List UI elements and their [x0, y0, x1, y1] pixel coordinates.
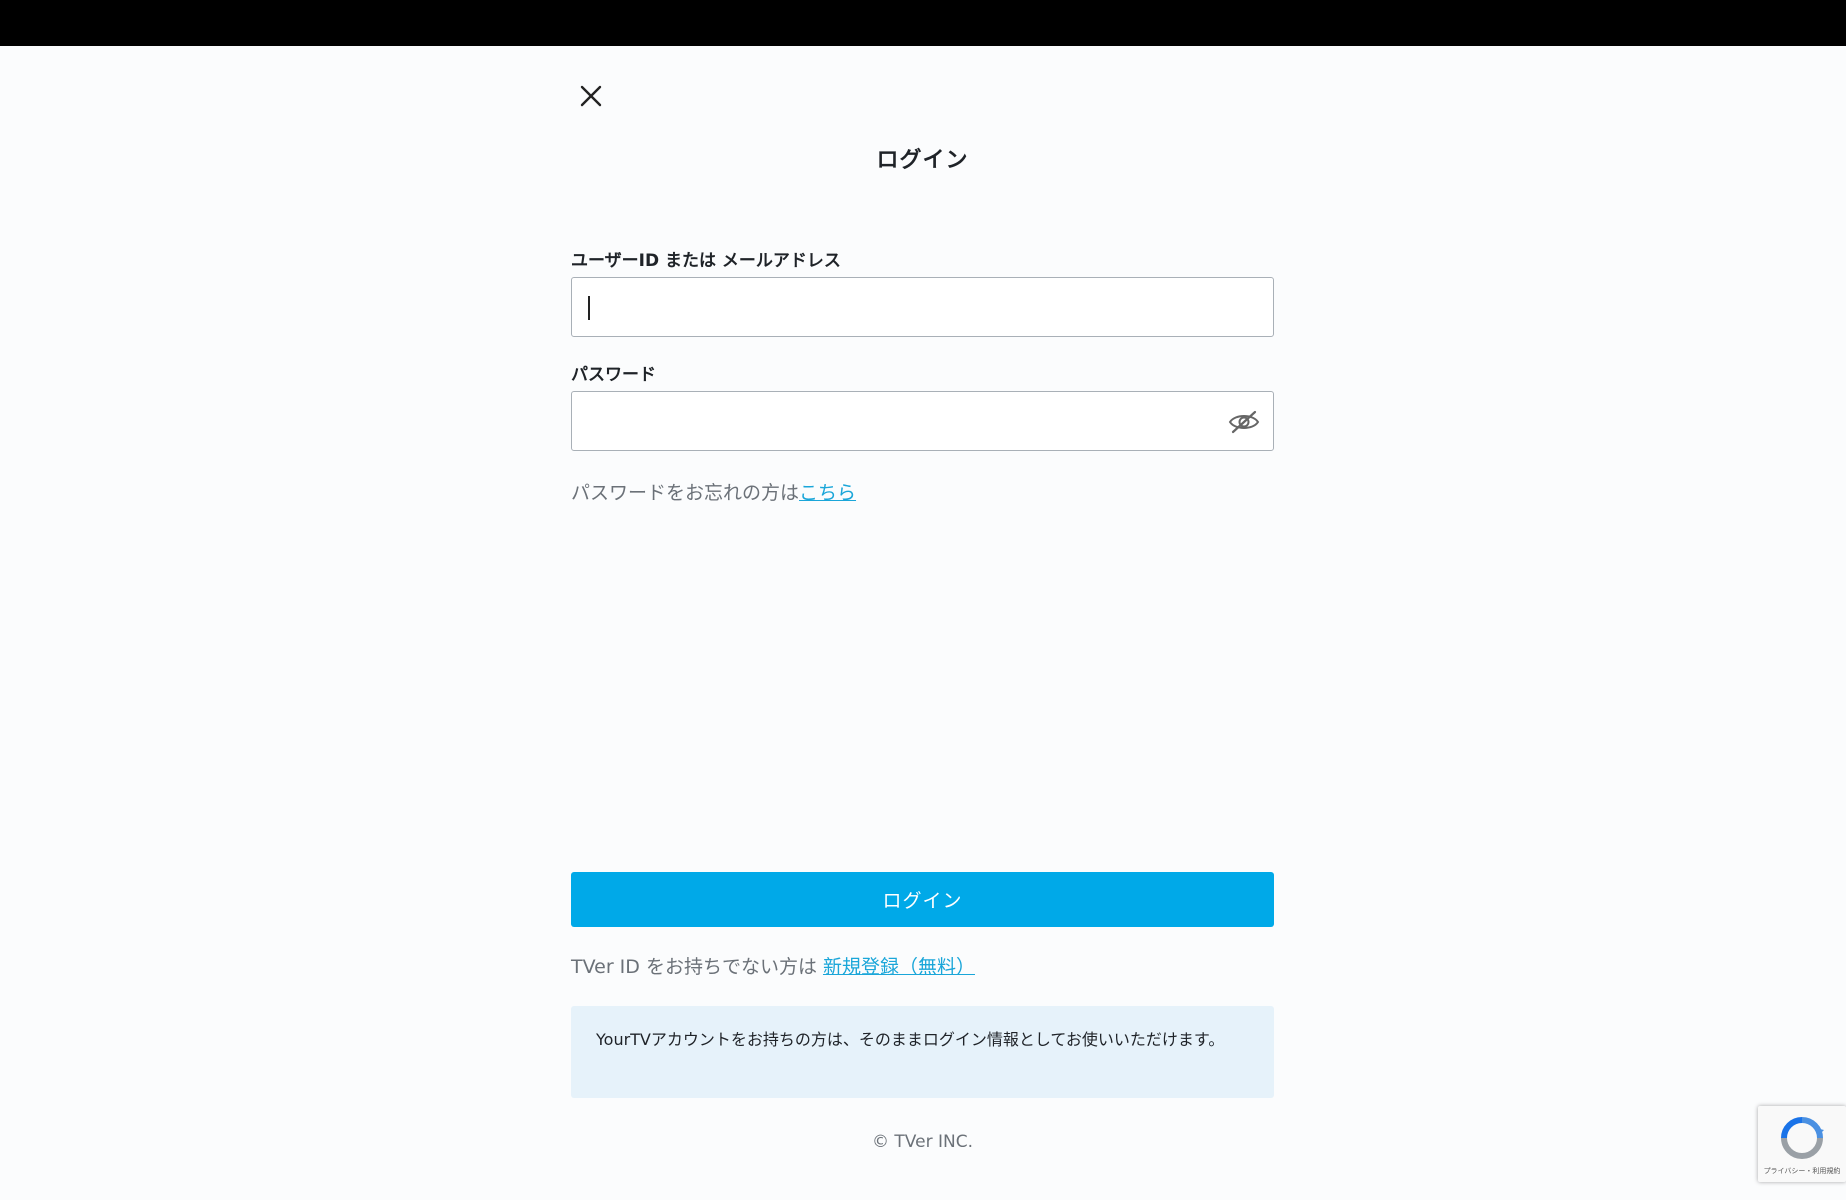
yourtv-notice: YourTVアカウントをお持ちの方は、そのままログイン情報としてお使いいただけま…: [571, 1006, 1274, 1098]
copyright: © TVer INC.: [872, 1132, 973, 1152]
forgot-password-text: パスワードをお忘れの方はこちら: [571, 478, 856, 505]
recaptcha-icon: [1781, 1117, 1824, 1159]
eye-slash-icon: [1228, 410, 1260, 434]
signup-text: TVer ID をお持ちでない方は 新規登録（無料）: [571, 952, 975, 979]
password-visibility-toggle[interactable]: [1227, 406, 1261, 438]
password-input[interactable]: [572, 392, 1273, 450]
login-page: ログイン ユーザーID または メールアドレス パスワード パスワードをお忘れの…: [0, 46, 1846, 1200]
close-icon: [580, 85, 602, 107]
recaptcha-badge[interactable]: プライバシー・利用規約: [1758, 1106, 1846, 1182]
recaptcha-text[interactable]: プライバシー・利用規約: [1758, 1166, 1846, 1176]
login-button[interactable]: ログイン: [571, 872, 1274, 927]
user-id-field[interactable]: [571, 277, 1274, 337]
top-bar: [0, 0, 1846, 46]
forgot-password-link[interactable]: こちら: [799, 482, 856, 504]
text-caret: [588, 296, 590, 320]
password-field[interactable]: [571, 391, 1274, 451]
signup-prefix: TVer ID をお持ちでない方は: [571, 956, 823, 978]
signup-link[interactable]: 新規登録（無料）: [823, 956, 975, 978]
password-label: パスワード: [571, 365, 656, 385]
user-id-input[interactable]: [572, 278, 1273, 336]
forgot-password-prefix: パスワードをお忘れの方は: [571, 482, 800, 504]
page-title: ログイン: [876, 148, 969, 173]
close-button[interactable]: [571, 76, 611, 116]
user-id-label: ユーザーID または メールアドレス: [571, 251, 841, 271]
